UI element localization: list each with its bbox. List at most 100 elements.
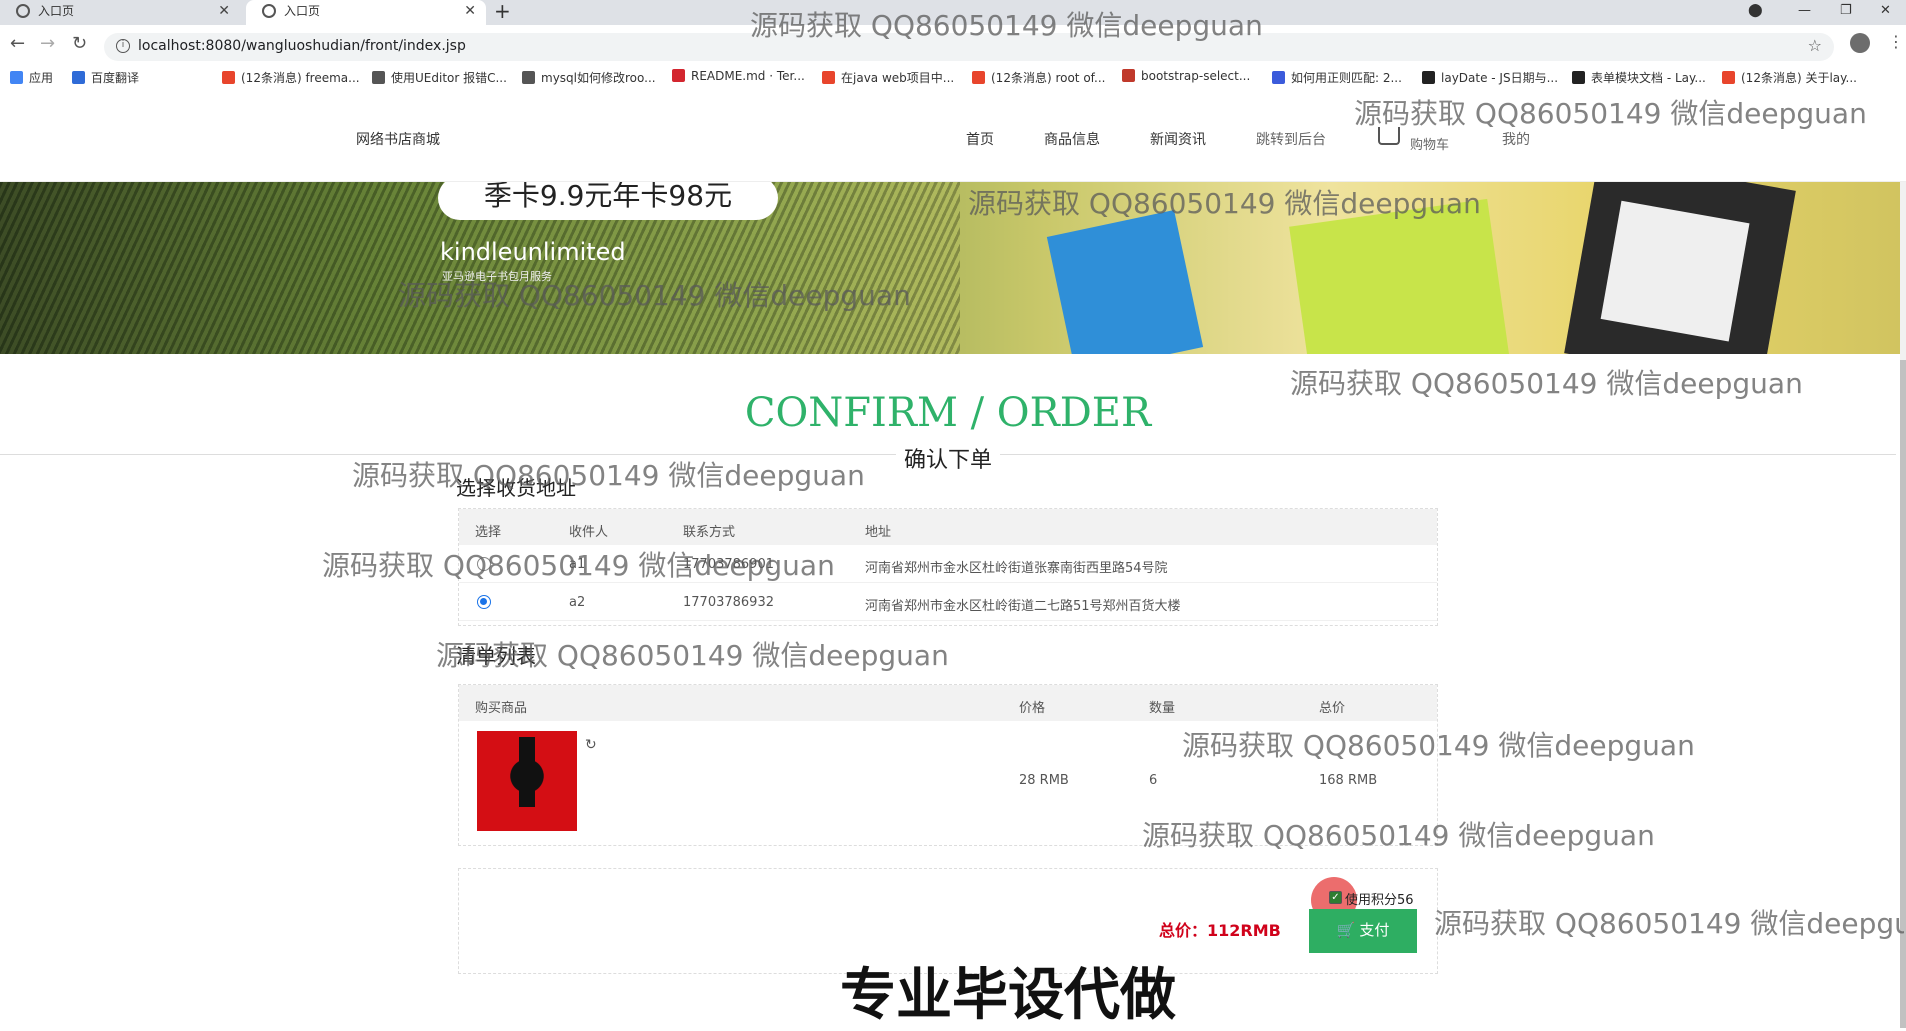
- tab-title: 入口页: [38, 4, 75, 18]
- header-phone: 联系方式: [683, 525, 736, 540]
- bookmark-icon: [372, 71, 385, 84]
- nav-products[interactable]: 商品信息: [1044, 129, 1100, 149]
- watermark: 源码获取 QQ86050149 微信deepguan: [436, 639, 949, 672]
- bookmark-item[interactable]: 百度翻译: [72, 69, 139, 86]
- table-row[interactable]: a2 17703786932 河南省郑州市金水区杜岭街道二七路51号郑州百货大楼: [459, 583, 1437, 621]
- browser-tab-active[interactable]: 入口页 ✕: [246, 0, 486, 25]
- watermark: 源码获取 QQ86050149 微信deepguan: [1182, 729, 1695, 762]
- recipient-phone: 17703786932: [683, 595, 774, 610]
- bookmark-item[interactable]: 在java web项目中...: [822, 69, 954, 86]
- bookmark-label: (12条消息) root of...: [991, 71, 1106, 85]
- watermark-banner: 专业毕设代做: [840, 963, 1176, 1028]
- bookmark-label: 使用UEditor 报错C...: [391, 71, 507, 85]
- bookmark-icon: [522, 71, 535, 84]
- bookmark-item[interactable]: README.md · Ter...: [672, 69, 805, 83]
- item-quantity: 6: [1149, 773, 1158, 788]
- bookmark-label: bootstrap-select...: [1141, 69, 1251, 83]
- url-text[interactable]: localhost:8080/wangluoshudian/front/inde…: [138, 38, 466, 54]
- bookmark-icon: [1122, 69, 1135, 82]
- watermark: 源码获取 QQ86050149 微信deepguan: [398, 279, 911, 312]
- bookmark-item[interactable]: mysql如何修改roo...: [522, 69, 656, 86]
- globe-icon: [262, 4, 276, 18]
- page-subtitle: 确认下单: [0, 442, 1896, 474]
- banner-brand: kindleunlimited: [440, 238, 626, 266]
- profile-menu-icon[interactable]: ⬤: [1748, 0, 1763, 22]
- globe-icon: [16, 4, 30, 18]
- cart-icon: 🛒: [1336, 922, 1360, 939]
- bookmark-label: mysql如何修改roo...: [541, 71, 656, 85]
- star-icon[interactable]: ☆: [1808, 36, 1822, 55]
- bookmark-item[interactable]: (12条消息) freema...: [222, 69, 360, 86]
- bookmark-icon: [1422, 71, 1435, 84]
- bookmark-icon: [1572, 71, 1585, 84]
- minimize-icon[interactable]: —: [1798, 0, 1811, 22]
- bookmark-label: layDate - JS日期与...: [1441, 71, 1559, 85]
- refresh-icon[interactable]: ↻: [585, 737, 597, 753]
- header-recipient: 收件人: [569, 525, 609, 540]
- promo-banner[interactable]: 季卡9.9元年卡98元 kindleunlimited 亚马逊电子书包月服务: [0, 182, 1900, 354]
- watermark: 源码获取 QQ86050149 微信deepguan: [1354, 97, 1867, 130]
- recipient-address: 河南省郑州市金水区杜岭街道张寨南街西里路54号院: [865, 561, 1168, 576]
- banner-book-image: [1289, 198, 1511, 354]
- bookmark-label: README.md · Ter...: [691, 69, 805, 83]
- bookmark-label: 百度翻译: [91, 71, 140, 85]
- bookmark-item[interactable]: (12条消息) 关于lay...: [1722, 69, 1857, 86]
- bookmark-icon: [72, 71, 85, 84]
- bookmark-icon: [10, 71, 23, 84]
- bookmark-item[interactable]: 如何用正则匹配: 2...: [1272, 69, 1402, 86]
- back-icon[interactable]: ←: [10, 33, 25, 54]
- nav-mine[interactable]: 我的: [1502, 129, 1530, 149]
- header-price: 价格: [1019, 701, 1046, 716]
- avatar[interactable]: [1850, 33, 1870, 53]
- bookmark-icon: [222, 71, 235, 84]
- bookmark-item[interactable]: 应用: [10, 69, 53, 86]
- nav-admin[interactable]: 跳转到后台: [1256, 129, 1326, 149]
- info-icon[interactable]: i: [116, 39, 130, 53]
- watermark: 源码获取 QQ86050149 微信deepguan: [1290, 367, 1803, 400]
- bookmarks-bar: 应用 百度翻译 (12条消息) freema... 使用UEditor 报错C... m…: [0, 67, 1906, 89]
- window-close-icon[interactable]: ✕: [1880, 0, 1891, 22]
- bookmark-label: 应用: [29, 71, 54, 85]
- bookmark-item[interactable]: layDate - JS日期与...: [1422, 69, 1558, 86]
- banner-book-image: [1046, 210, 1204, 354]
- order-total: 总价：112RMB: [1159, 921, 1281, 940]
- address-radio-selected[interactable]: [477, 595, 491, 609]
- reload-icon[interactable]: ↻: [72, 33, 87, 54]
- tab-title: 入口页: [284, 4, 321, 18]
- nav-news[interactable]: 新闻资讯: [1150, 129, 1206, 149]
- restore-icon[interactable]: ❐: [1840, 0, 1852, 22]
- banner-promo-badge: 季卡9.9元年卡98元: [438, 182, 778, 220]
- header-product: 购买商品: [475, 701, 528, 716]
- bookmark-item[interactable]: (12条消息) root of...: [972, 69, 1105, 86]
- use-points-checkbox[interactable]: ✓: [1329, 891, 1342, 904]
- product-image[interactable]: [477, 731, 577, 831]
- browser-tab[interactable]: 入口页 ✕: [0, 0, 240, 25]
- watermark: 源码获取 QQ86050149 微信deepguan: [352, 459, 865, 492]
- pay-button-label: 支付: [1359, 922, 1390, 939]
- pay-button[interactable]: 🛒 支付: [1309, 909, 1417, 953]
- bookmark-label: (12条消息) freema...: [241, 71, 360, 85]
- bookmark-item[interactable]: 表单模块文档 - Lay...: [1572, 69, 1706, 86]
- bookmark-item[interactable]: bootstrap-select...: [1122, 69, 1250, 83]
- bookmark-label: 在java web项目中...: [841, 71, 955, 85]
- nav-cart[interactable]: 购物车: [1410, 134, 1449, 153]
- watermark: 源码获取 QQ86050149 微信deepguan: [322, 549, 835, 582]
- header-total: 总价: [1319, 701, 1346, 716]
- close-icon[interactable]: ✕: [464, 0, 476, 22]
- forward-icon[interactable]: →: [40, 33, 55, 54]
- bookmark-item[interactable]: 使用UEditor 报错C...: [372, 69, 507, 86]
- close-icon[interactable]: ✕: [218, 0, 230, 22]
- table-header: 选择 收件人 联系方式 地址: [459, 509, 1437, 545]
- bookmark-icon: [672, 69, 685, 82]
- new-tab-button[interactable]: +: [494, 0, 511, 22]
- nav-home[interactable]: 首页: [966, 129, 994, 149]
- watermark: 源码获取 QQ86050149 微信deepguan: [1142, 819, 1655, 852]
- header-quantity: 数量: [1149, 701, 1176, 716]
- site-logo[interactable]: 网络书店商城: [356, 129, 440, 149]
- banner-kindle-image: [1564, 182, 1796, 354]
- watermark: 源码获取 QQ86050149 微信deepguan: [968, 187, 1481, 220]
- header-address: 地址: [865, 525, 892, 540]
- more-menu-icon[interactable]: ⋮: [1888, 32, 1904, 51]
- bookmark-icon: [972, 71, 985, 84]
- page-subtitle-text: 确认下单: [895, 448, 1000, 473]
